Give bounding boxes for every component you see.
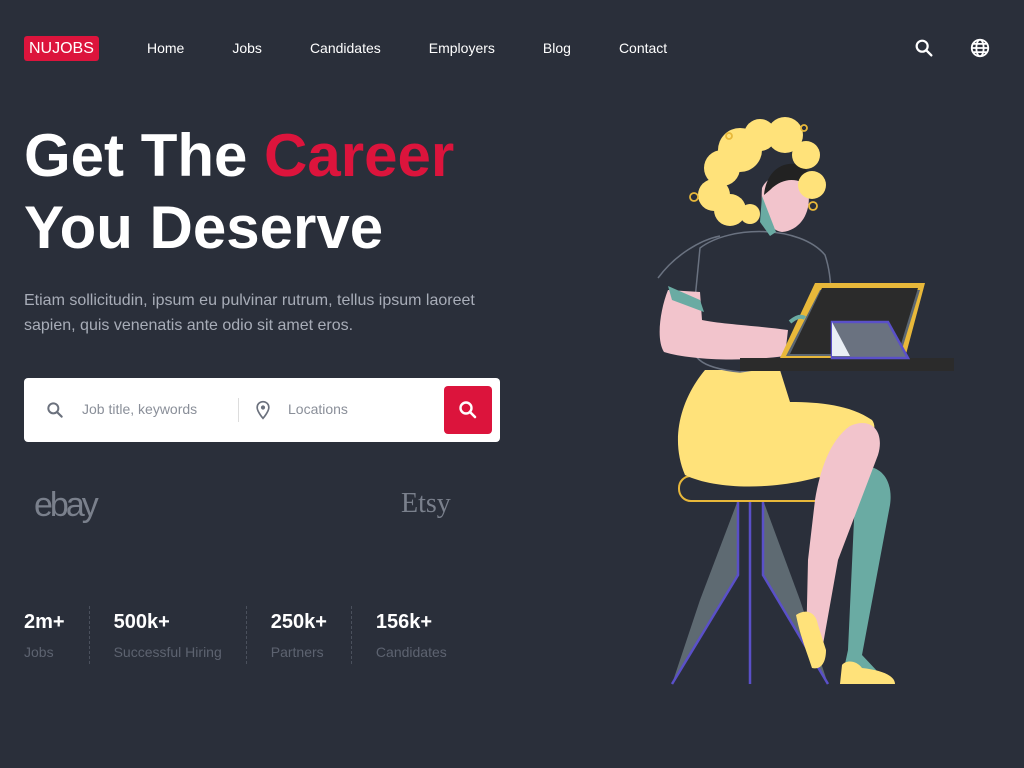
search-icon (45, 400, 65, 425)
stat-hiring: 500k+ Successful Hiring (88, 606, 246, 664)
search-divider (238, 398, 239, 422)
site-logo[interactable]: NUJOBS (24, 36, 99, 61)
hero-title-start: Get The (24, 122, 265, 189)
stat-value: 500k+ (113, 611, 170, 633)
hero-title-line2: You Deserve (24, 194, 384, 261)
hero-title: Get The Career You Deserve (24, 120, 454, 264)
partner-logo-ebay: ebay (34, 486, 99, 524)
globe-icon[interactable] (969, 37, 991, 59)
stat-label: Partners (270, 644, 324, 660)
woman-with-laptop-illustration (657, 117, 954, 685)
nav-link-contact[interactable]: Contact (619, 40, 667, 56)
search-icon[interactable] (913, 37, 935, 59)
nav-link-jobs[interactable]: Jobs (232, 40, 262, 56)
stat-partners: 250k+ Partners (245, 606, 351, 664)
stat-value: 2m+ (24, 611, 65, 633)
stats-row: 2m+ Jobs 500k+ Successful Hiring 250k+ P… (24, 606, 471, 664)
hero-illustration (600, 110, 1000, 700)
location-pin-icon (253, 399, 273, 426)
top-navbar: NUJOBS Home Jobs Candidates Employers Bl… (0, 0, 1024, 96)
stat-label: Successful Hiring (113, 644, 222, 660)
hero-subtitle: Etiam sollicitudin, ipsum eu pulvinar ru… (24, 292, 475, 334)
nav-link-blog[interactable]: Blog (543, 40, 571, 56)
stat-jobs: 2m+ Jobs (24, 606, 89, 664)
keyword-input[interactable] (80, 400, 234, 418)
stat-label: Candidates (375, 644, 447, 660)
nav-link-candidates[interactable]: Candidates (310, 40, 381, 56)
search-submit-button[interactable] (444, 386, 492, 434)
job-search-bar (24, 378, 500, 442)
stat-candidates: 156k+ Candidates (350, 606, 471, 664)
search-icon (459, 401, 477, 419)
stat-value: 250k+ (270, 611, 327, 633)
nav-link-home[interactable]: Home (147, 40, 184, 56)
stat-value: 156k+ (375, 611, 433, 633)
main-nav: Home Jobs Candidates Employers Blog Cont… (147, 40, 715, 56)
hero-title-accent: Career (264, 122, 455, 189)
stat-label: Jobs (24, 644, 54, 660)
nav-link-employers[interactable]: Employers (429, 40, 495, 56)
location-input[interactable] (286, 400, 440, 418)
partner-logo-etsy: Etsy (401, 488, 451, 519)
